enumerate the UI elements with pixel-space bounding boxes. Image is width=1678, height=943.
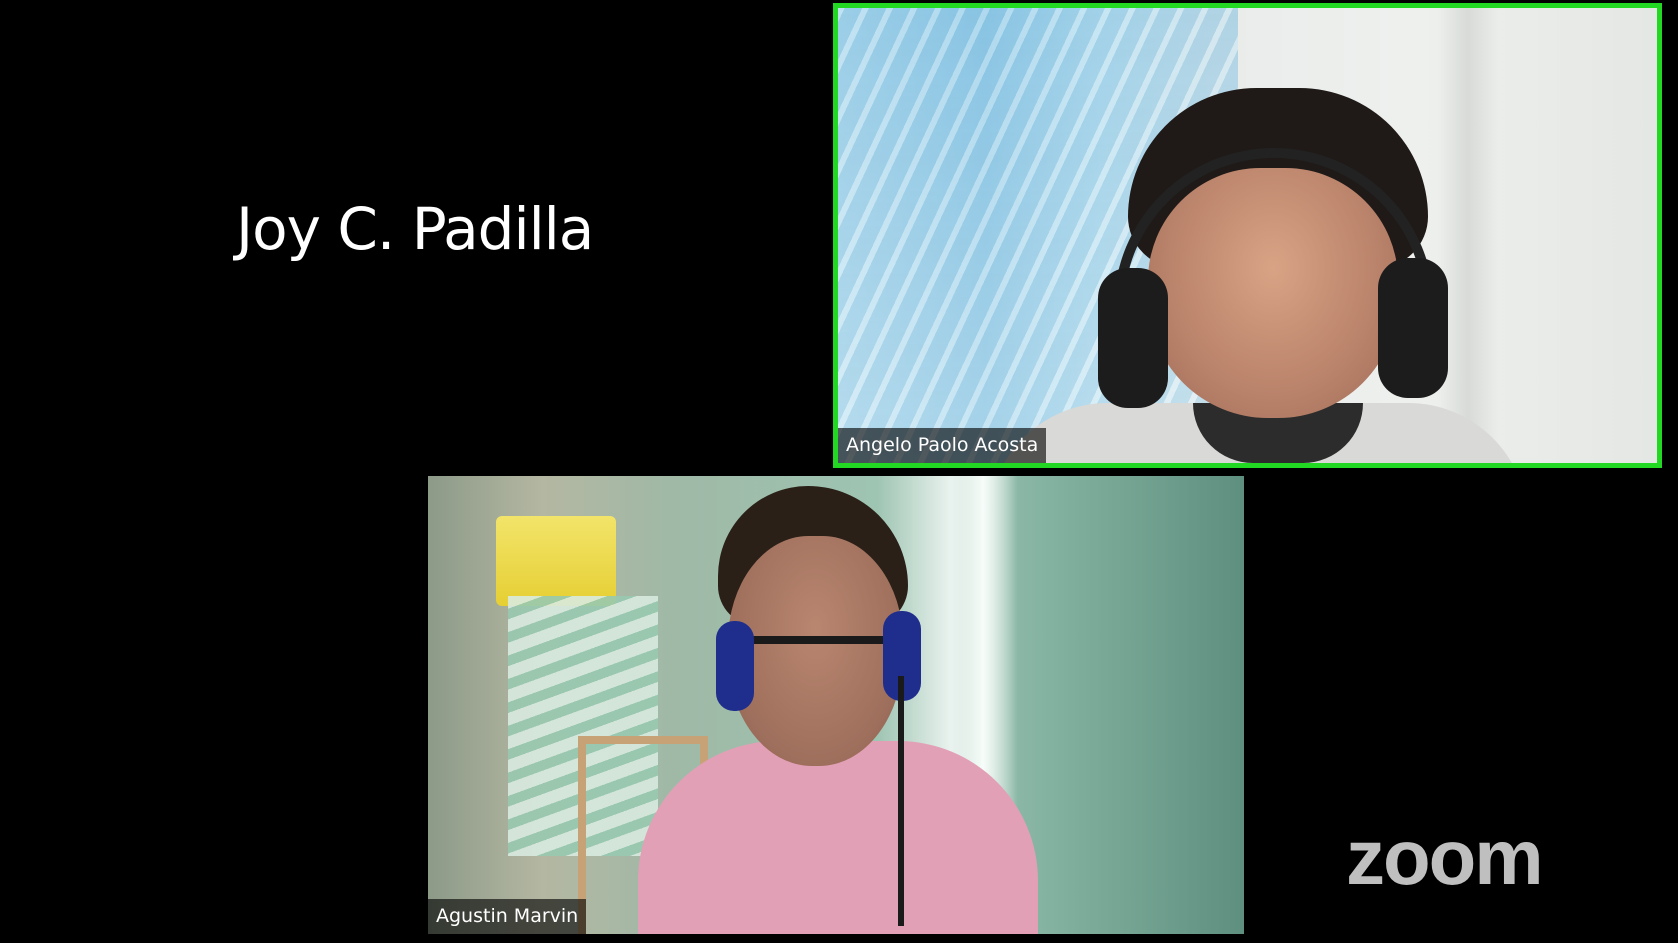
participant-tile-camera-off[interactable]: Joy C. Padilla: [0, 0, 830, 470]
glasses-icon: [728, 636, 903, 676]
participant-tile[interactable]: Agustin Marvin: [428, 476, 1244, 934]
headphones-icon: [1098, 268, 1168, 408]
participant-tile-active-speaker[interactable]: Angelo Paolo Acosta: [833, 3, 1662, 468]
background-curtain: [496, 516, 616, 606]
participant-name-tag: Agustin Marvin: [428, 899, 587, 934]
headphones-icon: [716, 621, 754, 711]
participant-video: [428, 476, 1244, 934]
zoom-logo: zoom: [1346, 813, 1544, 901]
background-wall: [1438, 8, 1498, 463]
meeting-gallery-view: Joy C. Padilla Angelo Paolo Acosta Agust…: [0, 0, 1678, 943]
participant-name-tag: Angelo Paolo Acosta: [838, 428, 1047, 463]
participant-video: [838, 8, 1657, 463]
participant-name-display: Joy C. Padilla: [236, 195, 594, 263]
